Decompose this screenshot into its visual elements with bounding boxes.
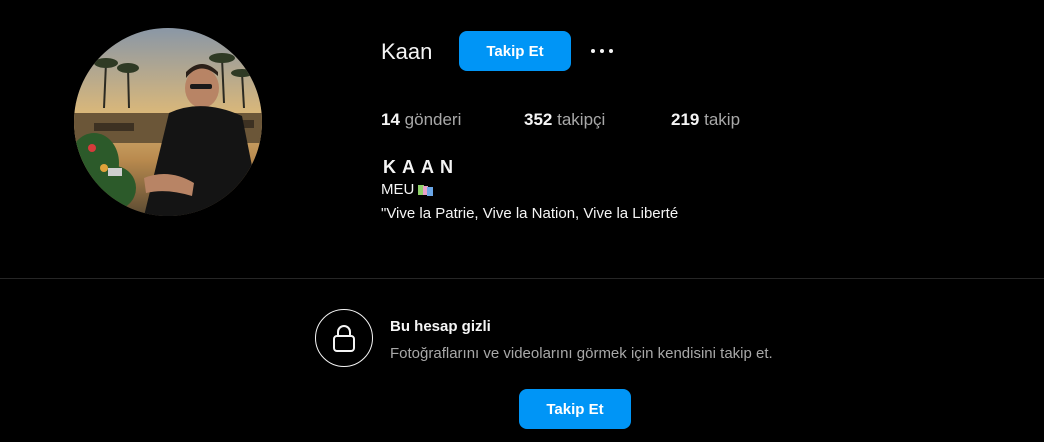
- more-dot: [609, 49, 613, 53]
- followers-count: 352: [524, 110, 553, 129]
- posts-count: 14: [381, 110, 400, 129]
- lock-icon: [315, 309, 373, 367]
- posts-label: gönderi: [404, 110, 462, 129]
- bio-line: MEU: [381, 180, 434, 200]
- avatar-photo: [74, 28, 262, 216]
- more-dot: [591, 49, 595, 53]
- profile-full-name: KAAN: [383, 157, 459, 177]
- profile-avatar[interactable]: [74, 28, 262, 216]
- section-divider: [0, 278, 1044, 279]
- following-label: takip: [704, 110, 741, 129]
- follow-button[interactable]: Takip Et: [459, 31, 571, 71]
- bio-line-text: MEU: [381, 181, 415, 198]
- private-account-title: Bu hesap gizli: [390, 318, 491, 335]
- more-options-icon[interactable]: [586, 40, 618, 62]
- follow-button-private[interactable]: Takip Et: [519, 389, 631, 429]
- following-count: 219: [671, 110, 700, 129]
- stat-posts: 14 gönderi: [381, 109, 461, 131]
- stat-followers[interactable]: 352 takipçi: [524, 109, 605, 131]
- bio-quote: "Vive la Patrie, Vive la Nation, Vive la…: [381, 205, 679, 222]
- stat-following[interactable]: 219 takip: [671, 109, 740, 131]
- flag-icon: [417, 183, 434, 197]
- followers-label: takipçi: [557, 110, 606, 129]
- private-account-description: Fotoğraflarını ve videolarını görmek içi…: [390, 345, 773, 362]
- profile-username: Kaan: [381, 39, 433, 64]
- more-dot: [600, 49, 604, 53]
